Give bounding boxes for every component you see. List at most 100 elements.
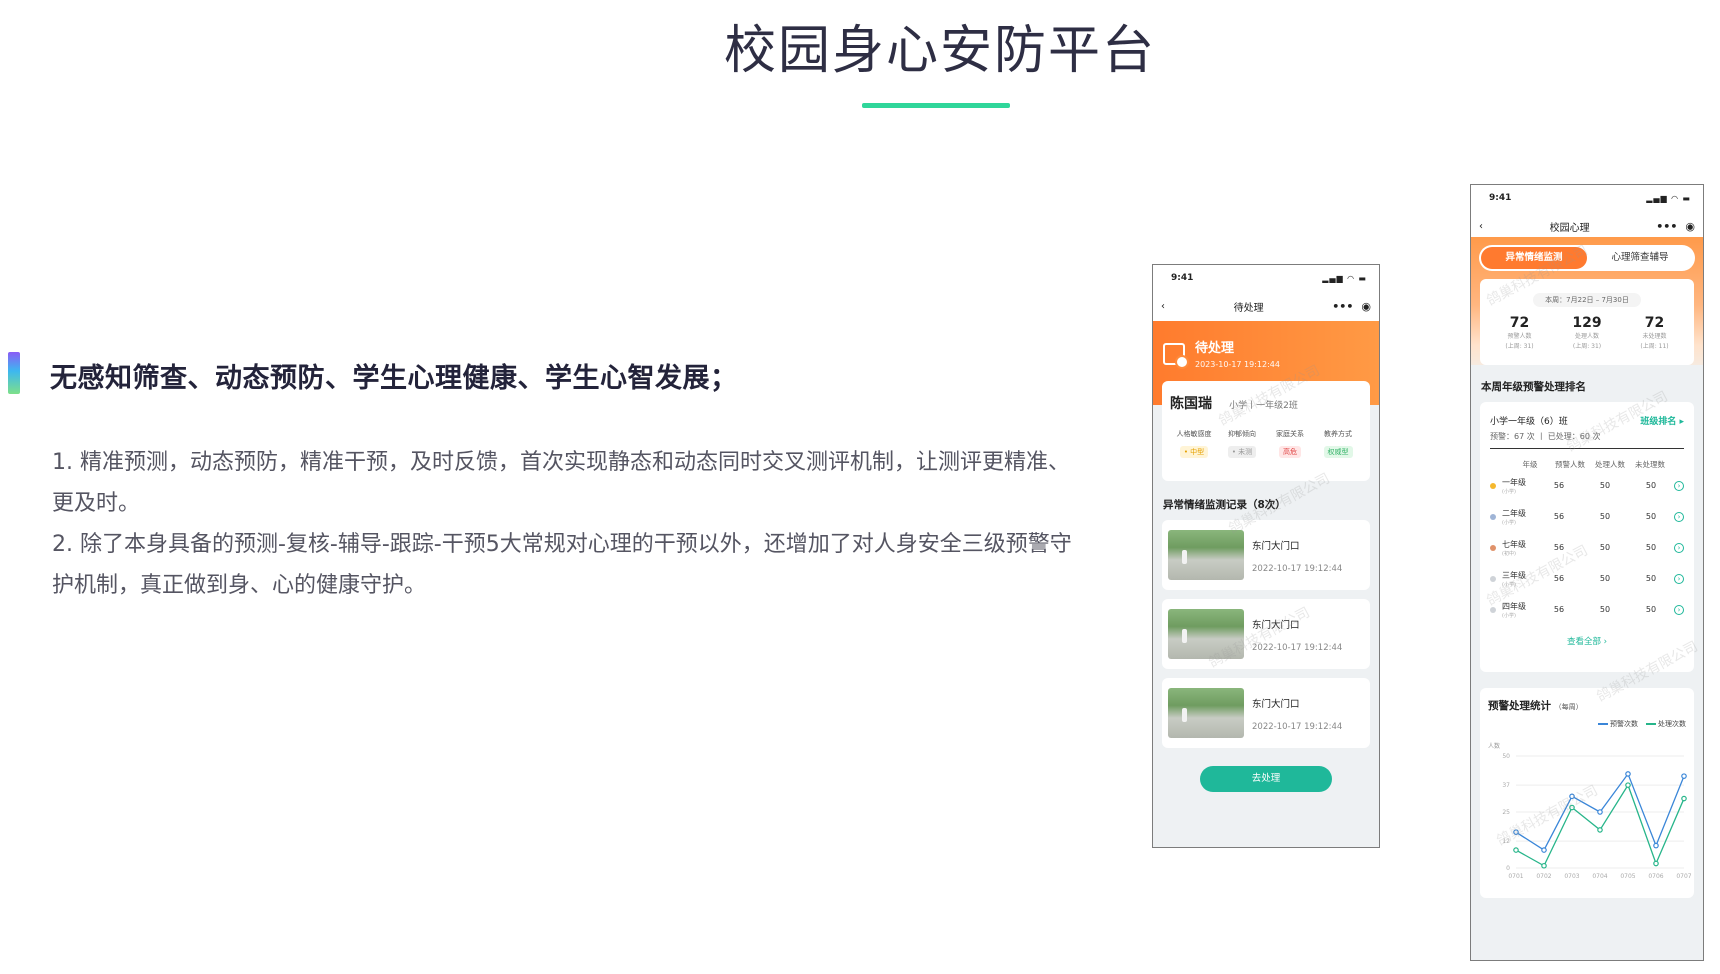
warn-count: 56	[1553, 512, 1565, 521]
x-tick-label: 0701	[1508, 873, 1523, 880]
pending-count: 50	[1645, 543, 1657, 552]
student-name: 陈国瑞	[1170, 396, 1212, 412]
nav-bar: ‹ 待处理 ••• ◉	[1153, 291, 1379, 321]
pending-count: 50	[1645, 512, 1657, 521]
warn-count: 56	[1553, 481, 1565, 490]
record-place: 东门大门口	[1252, 541, 1300, 552]
grade-name: 四年级 (小学)	[1502, 601, 1526, 619]
record-place: 东门大门口	[1252, 699, 1300, 710]
camera-snapshot	[1168, 530, 1244, 580]
record-item[interactable]: 东门大门口 2022-10-17 19:12:44	[1162, 678, 1370, 748]
rank-row[interactable]: 七年级 (初中) 56 50 50 ›	[1490, 532, 1684, 563]
data-point	[1681, 773, 1687, 779]
tab-psych-screening[interactable]: 心理筛查辅导	[1587, 247, 1693, 269]
x-tick-label: 0703	[1564, 873, 1579, 880]
x-tick-label: 0706	[1648, 873, 1663, 880]
more-icon[interactable]: •••	[1332, 300, 1353, 313]
data-point	[1681, 795, 1687, 802]
grade-dot	[1490, 513, 1496, 520]
target-icon[interactable]: ◉	[1361, 300, 1371, 313]
data-point	[1569, 804, 1575, 811]
class-rank-link[interactable]: 班级排名 ▸	[1640, 414, 1684, 427]
rank-rows: 一年级 (小学) 56 50 50 › 二年级 (小学) 56 50 50 › 七年级 (初中) 56 50 5…	[1490, 470, 1684, 625]
metric-tag: • 未测	[1227, 446, 1257, 458]
rank-summary: 预警：67 次 丨 已处理：60 次	[1490, 431, 1684, 449]
metric-tag: • 中型	[1179, 446, 1209, 458]
data-point	[1597, 827, 1603, 833]
arrow-right-icon[interactable]: ›	[1674, 511, 1684, 522]
y-tick-label: 0	[1506, 865, 1510, 872]
student-card[interactable]: 陈国瑞 小学丨一年级2班 人格敏感度 • 中型 抑郁倾向 • 未测 家庭关系 高…	[1162, 381, 1370, 481]
warn-count: 56	[1553, 605, 1565, 614]
grade-name: 七年级 (初中)	[1502, 539, 1526, 557]
back-icon[interactable]: ‹	[1479, 221, 1483, 232]
warn-count: 56	[1553, 574, 1565, 583]
data-point	[1569, 793, 1575, 800]
data-point	[1513, 829, 1519, 835]
grade-dot	[1490, 544, 1496, 551]
accent-bar	[8, 352, 20, 394]
legend-warn: 预警次数	[1598, 719, 1638, 729]
stat-pending: 72 未处理数 (上周: 11)	[1640, 315, 1669, 350]
arrow-right-icon[interactable]: ›	[1674, 604, 1684, 615]
processed-count: 50	[1599, 543, 1611, 552]
chart-title: 预警处理统计 （每周）	[1488, 700, 1583, 712]
see-all-link[interactable]: 查看全部 ›	[1490, 635, 1684, 647]
grade-dot	[1490, 482, 1496, 489]
status-time: 9:41	[1171, 273, 1194, 283]
process-button[interactable]: 去处理	[1200, 766, 1332, 792]
grade-dot	[1490, 575, 1496, 582]
y-tick-label: 25	[1502, 809, 1510, 816]
status-bar: 9:41 ▂▄▆ ◠ ▬	[1153, 265, 1379, 291]
arrow-right-icon[interactable]: ›	[1674, 542, 1684, 553]
signal-wifi-battery-icon: ▂▄▆ ◠ ▬	[1322, 273, 1367, 283]
metric-tag: 权威型	[1323, 446, 1353, 458]
back-icon[interactable]: ‹	[1161, 301, 1165, 312]
metric-personality: 人格敏感度 • 中型	[1176, 430, 1212, 458]
record-time: 2022-10-17 19:12:44	[1252, 643, 1343, 653]
data-point	[1513, 847, 1519, 853]
headline: 无感知筛查、动态预防、学生心理健康、学生心智发展；	[50, 363, 738, 394]
nav-bar: ‹ 校园心理 ••• ◉	[1471, 211, 1703, 241]
metric-depression: 抑郁倾向 • 未测	[1227, 430, 1257, 458]
status-time-stamp: 2023-10-17 19:12:44	[1195, 360, 1280, 369]
more-icon[interactable]: •••	[1656, 220, 1677, 233]
processed-count: 50	[1599, 481, 1611, 490]
arrow-right-icon[interactable]: ›	[1674, 480, 1684, 491]
pending-count: 50	[1645, 481, 1657, 490]
nav-title: 校园心理	[1549, 222, 1590, 234]
rank-row[interactable]: 三年级 (小学) 56 50 50 ›	[1490, 563, 1684, 594]
record-item[interactable]: 东门大门口 2022-10-17 19:12:44	[1162, 599, 1370, 669]
arrow-right-icon[interactable]: ›	[1674, 573, 1684, 584]
record-time: 2022-10-17 19:12:44	[1252, 564, 1343, 574]
chart-legend: 预警次数 处理次数	[1488, 719, 1686, 729]
record-item[interactable]: 东门大门口 2022-10-17 19:12:44	[1162, 520, 1370, 590]
rank-title: 本周年级预警处理排名	[1481, 381, 1586, 393]
data-point	[1653, 860, 1659, 867]
grade-name: 三年级 (小学)	[1502, 570, 1526, 588]
rank-row[interactable]: 一年级 (小学) 56 50 50 ›	[1490, 470, 1684, 501]
x-tick-label: 0705	[1620, 873, 1635, 880]
page-title: 校园身心安防平台	[723, 21, 1156, 81]
data-point	[1625, 771, 1631, 777]
rank-row[interactable]: 四年级 (小学) 56 50 50 ›	[1490, 594, 1684, 625]
target-icon[interactable]: ◉	[1685, 220, 1695, 233]
data-point	[1597, 809, 1603, 815]
rank-columns: 年级 预警人数 处理人数 未处理数	[1522, 460, 1666, 469]
metric-parenting: 教养方式 权威型	[1323, 430, 1353, 458]
grade-name: 二年级 (小学)	[1502, 508, 1526, 526]
data-point	[1541, 847, 1547, 853]
pending-count: 50	[1645, 574, 1657, 583]
processed-count: 50	[1599, 512, 1611, 521]
tab-emotion-monitor[interactable]: 异常情绪监测	[1481, 247, 1587, 269]
document-clock-icon	[1163, 343, 1189, 369]
student-class: 小学丨一年级2班	[1229, 401, 1298, 411]
rank-card: 小学一年级（6）班 班级排名 ▸ 预警：67 次 丨 已处理：60 次 年级 预…	[1480, 402, 1694, 672]
records-title: 异常情绪监测记录（8次）	[1163, 499, 1286, 511]
rank-row[interactable]: 二年级 (小学) 56 50 50 ›	[1490, 501, 1684, 532]
camera-snapshot	[1168, 609, 1244, 659]
record-place: 东门大门口	[1252, 620, 1300, 631]
phone-psychology: 9:41 ▂▄▆ ◠ ▬ ‹ 校园心理 ••• ◉ 异常情绪监测 心理筛查辅导 …	[1470, 184, 1704, 961]
stat-processed: 129 处理人数 (上周: 31)	[1572, 315, 1602, 350]
line-chart: 人数 0 12 25 37 50 0701 0702 0703 0704 0705 0706 0707	[1488, 742, 1692, 880]
